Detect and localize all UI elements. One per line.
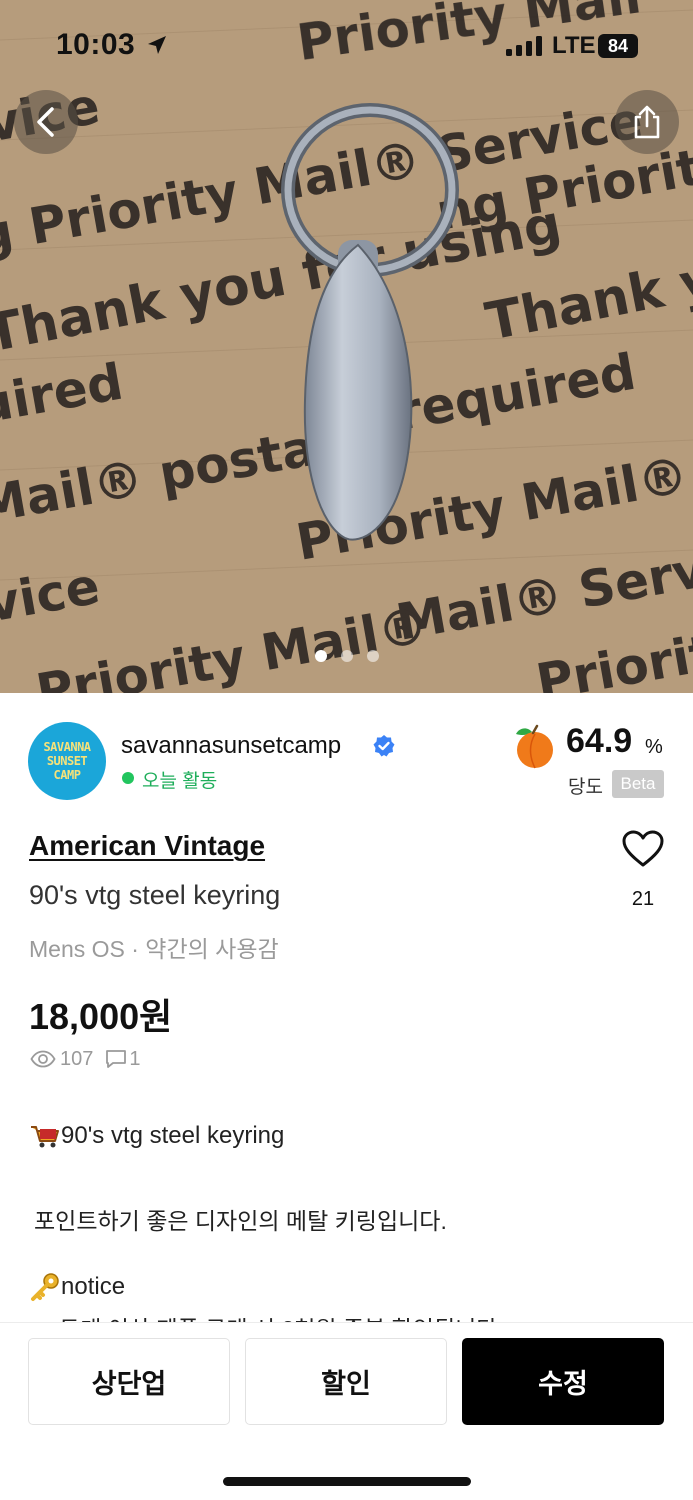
share-button[interactable] (615, 90, 679, 154)
avatar-text: CAMP (53, 768, 81, 782)
status-bar: 10:03 LTE 84 (0, 0, 693, 92)
activity-status: 오늘 활동 (142, 771, 218, 792)
signal-bars-icon (506, 36, 542, 56)
key-emoji (31, 1273, 59, 1301)
seller-name[interactable]: savannasunsetcamp (121, 732, 341, 760)
view-count: 107 (60, 1047, 94, 1070)
clock: 10:03 (56, 28, 136, 61)
peach-icon (516, 724, 553, 769)
description-line: 포인트하기 좋은 디자인의 메탈 키링입니다. (34, 1208, 447, 1234)
location-arrow-icon (148, 36, 166, 54)
online-status-dot (122, 772, 134, 784)
heart-icon[interactable] (622, 830, 664, 868)
eye-icon (30, 1050, 56, 1068)
carousel-dot[interactable] (314, 650, 327, 662)
back-chevron-icon (37, 107, 54, 137)
network-type: LTE (552, 32, 596, 59)
carousel-dot[interactable] (366, 650, 379, 662)
description-line: 90's vtg steel keyring (29, 1122, 284, 1150)
product-photo: Priority Mail vice g Priority Mail® Serv… (0, 0, 693, 693)
comment-count: 1 (129, 1047, 141, 1070)
bottom-action-bar: 상단업 할인 수정 (0, 1322, 693, 1500)
share-icon (634, 105, 660, 139)
product-title: 90's vtg steel keyring (29, 880, 281, 910)
avatar-text: SAVANNA (43, 740, 91, 754)
sweetness-score: 64.9 (566, 722, 633, 760)
discount-button[interactable]: 할인 (245, 1338, 447, 1425)
edit-button[interactable]: 수정 (462, 1338, 664, 1425)
carousel-dot[interactable] (340, 650, 353, 662)
product-stats: 107 1 (30, 1046, 141, 1072)
sweetness-label: 당도 (568, 777, 603, 798)
chat-icon (106, 1050, 127, 1068)
avatar-text: SUNSET (46, 754, 88, 768)
shopping-cart-emoji (31, 1126, 59, 1148)
carousel-indicator (0, 650, 693, 662)
beta-badge: Beta (612, 770, 664, 798)
seller-row[interactable]: SAVANNA SUNSET CAMP savannasunsetcamp 오늘… (28, 722, 668, 802)
back-button[interactable] (14, 90, 78, 154)
seller-avatar[interactable]: SAVANNA SUNSET CAMP (28, 722, 106, 800)
description-line-text: notice (61, 1273, 126, 1300)
product-meta: Mens OS · 약간의 사용감 (29, 936, 279, 962)
brand-link[interactable]: American Vintage (29, 830, 265, 862)
product-image-carousel[interactable]: Priority Mail vice g Priority Mail® Serv… (0, 0, 693, 693)
battery-indicator: 84 (598, 34, 638, 58)
product-price: 18,000원 (29, 996, 173, 1037)
verified-badge-icon (373, 735, 395, 757)
product-description: 90's vtg steel keyring 포인트하기 좋은 디자인의 메탈 … (29, 1118, 669, 1323)
description-line: notice (29, 1272, 125, 1302)
description-line-text: 90's vtg steel keyring (61, 1122, 285, 1149)
like-count: 21 (631, 888, 655, 910)
home-indicator[interactable] (223, 1477, 471, 1486)
bump-button[interactable]: 상단업 (28, 1338, 230, 1425)
sweetness-score-unit: % (645, 736, 663, 758)
